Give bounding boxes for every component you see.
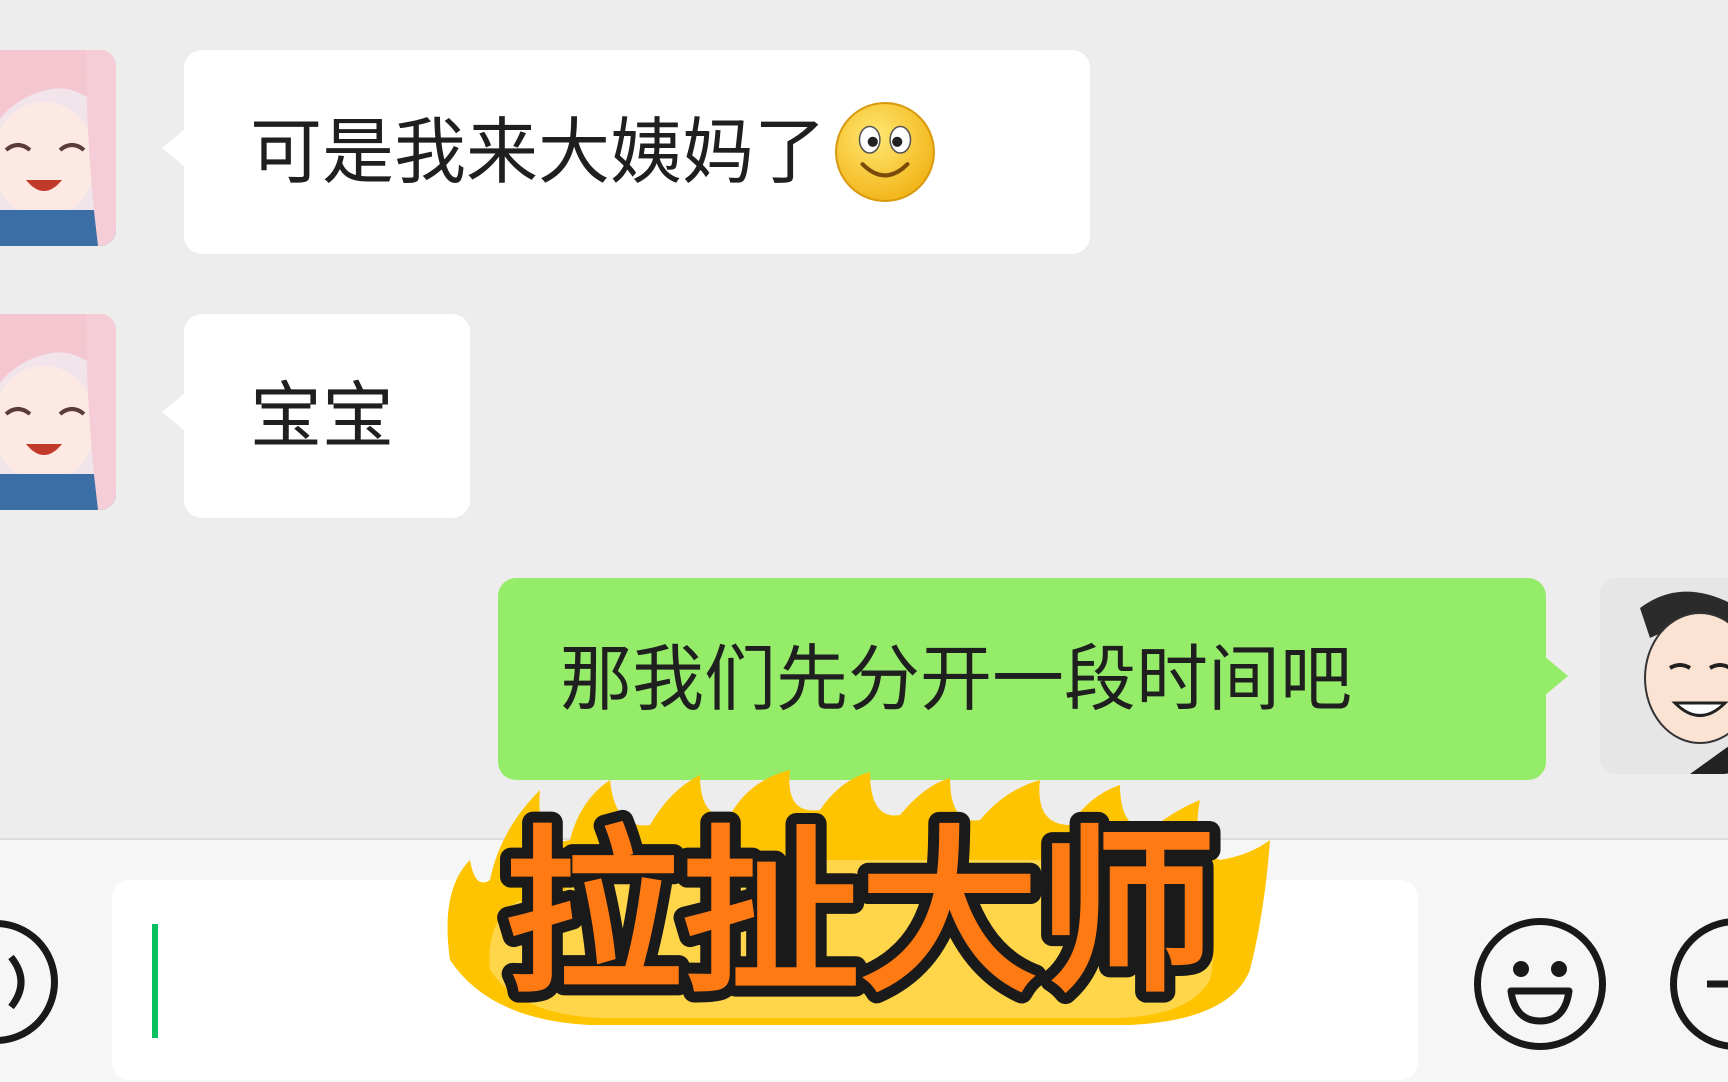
message-bubble-incoming[interactable]: 可是我来大姨妈了 <box>162 50 1090 254</box>
voice-icon <box>8 954 25 1010</box>
anime-girl-avatar-image <box>0 50 116 246</box>
message-text: 那我们先分开一段时间吧 <box>560 637 1353 721</box>
contact-avatar[interactable] <box>0 314 116 510</box>
fire-title-overlay: 拉扯大师 拉扯大师 <box>447 770 1270 1028</box>
message-bubble-incoming[interactable]: 宝宝 <box>162 314 470 518</box>
overlay-title-text: 拉扯大师 <box>504 810 1216 1017</box>
voice-button[interactable] <box>0 920 58 1044</box>
emoji-face-icon <box>1507 961 1573 1025</box>
self-avatar[interactable] <box>1600 578 1728 774</box>
message-text: 宝宝 <box>250 374 395 458</box>
message-bubble-outgoing[interactable]: 那我们先分开一段时间吧 <box>498 578 1568 780</box>
contact-avatar[interactable] <box>0 50 116 246</box>
man-avatar-image <box>1600 578 1728 774</box>
message-text: 可是我来大姨妈了 <box>250 110 827 194</box>
anime-girl-avatar-image <box>0 314 116 510</box>
add-more-icon <box>1707 980 1728 988</box>
smile-emoji-icon <box>835 102 935 202</box>
add-more-button[interactable] <box>1670 918 1728 1050</box>
text-caret <box>152 924 158 1038</box>
emoji-button[interactable] <box>1474 918 1606 1050</box>
